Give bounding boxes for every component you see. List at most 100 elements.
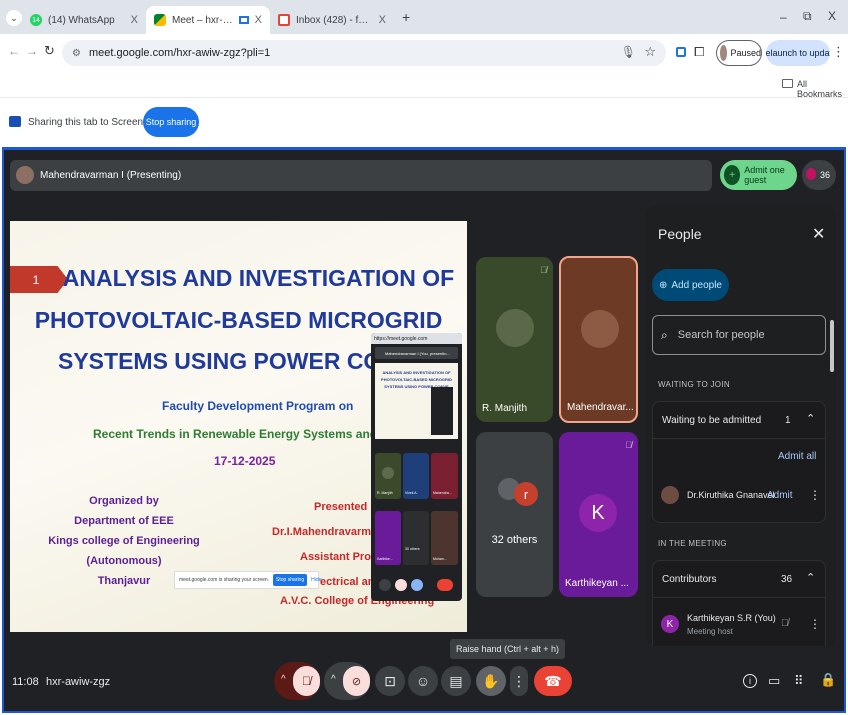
pip-tile: 30 others bbox=[403, 511, 429, 565]
restore-button[interactable]: ⧉ bbox=[803, 9, 812, 24]
close-tab-icon[interactable]: X bbox=[379, 14, 386, 26]
close-icon[interactable]: ✕ bbox=[812, 224, 825, 244]
reactions-button[interactable]: ☺ bbox=[408, 666, 438, 696]
pip-tile: R. Manjith bbox=[375, 453, 401, 499]
scrollbar[interactable] bbox=[830, 320, 834, 372]
close-tab-icon[interactable]: X bbox=[131, 14, 138, 26]
menu-kebab-icon[interactable]: ⋮ bbox=[832, 44, 845, 60]
screen-capture-icon[interactable] bbox=[676, 47, 686, 57]
avatar bbox=[382, 467, 394, 479]
more-options-button[interactable]: ⋮ bbox=[510, 666, 528, 696]
avatar: K bbox=[579, 494, 617, 532]
sharing-notification-bar: Sharing this tab to Screen Recorder Stop… bbox=[0, 99, 848, 147]
microphone-in-use-icon[interactable]: 🎙 bbox=[621, 45, 636, 59]
info-icon[interactable]: i bbox=[743, 674, 757, 688]
person-add-icon: ⊕ bbox=[659, 279, 668, 291]
all-bookmarks-link[interactable]: All Bookmarks bbox=[797, 79, 848, 99]
pip-tile: Vivek A. bbox=[403, 453, 429, 499]
participant-name: R. Manjith bbox=[482, 403, 528, 414]
more-options-icon[interactable]: ⋮ bbox=[809, 488, 821, 502]
back-icon[interactable]: ← bbox=[8, 44, 20, 58]
video-options-chevron-icon[interactable]: ^ bbox=[331, 674, 336, 685]
reload-icon[interactable]: ↻ bbox=[44, 43, 55, 59]
pip-presenter-bar: Mahendravarman I (You, presentin... bbox=[375, 347, 458, 359]
camera-off-button[interactable]: ⊘ bbox=[343, 666, 370, 696]
admit-all-link[interactable]: Admit all bbox=[778, 451, 816, 462]
date-text: 17-12-2025 bbox=[214, 454, 276, 468]
close-tab-icon[interactable]: X bbox=[255, 14, 262, 26]
participant-tile[interactable]: Mahendravar... bbox=[559, 256, 638, 423]
raise-hand-button[interactable]: ✋ bbox=[476, 666, 506, 696]
waiting-section-label: WAITING TO JOIN bbox=[658, 380, 730, 389]
add-people-button[interactable]: ⊕ Add people bbox=[652, 269, 729, 301]
avatar: r bbox=[514, 482, 538, 506]
minimize-button[interactable]: – bbox=[780, 10, 787, 24]
tab-gmail[interactable]: Inbox (428) - facultyeeesrk@gm X bbox=[270, 6, 394, 34]
activities-icon[interactable]: ⠿ bbox=[794, 673, 804, 689]
tab-search-chevron-icon[interactable]: ⌄ bbox=[6, 10, 22, 26]
bookmarks-bar: All Bookmarks bbox=[0, 72, 848, 99]
waiting-card: Waiting to be admitted 1 ⌃ Admit all Dr.… bbox=[652, 401, 826, 523]
notice-hide-button[interactable]: Hide bbox=[311, 577, 321, 583]
avatar: K bbox=[661, 615, 679, 633]
contributors-card: Contributors 36 ⌃ K Karthikeyan S.R (You… bbox=[652, 560, 826, 646]
url-text: meet.google.com/hxr-awiw-zgz?pli=1 bbox=[88, 47, 271, 59]
people-panel: People ✕ ⊕ Add people ⌕ Search for peopl… bbox=[646, 206, 836, 646]
stop-sharing-button[interactable]: Stop sharing bbox=[143, 107, 199, 137]
collapse-chevron-icon[interactable]: ⌃ bbox=[806, 412, 815, 425]
more-options-icon[interactable]: ⋮ bbox=[809, 617, 821, 631]
chat-icon[interactable]: ▭ bbox=[768, 673, 780, 689]
tab-whatsapp[interactable]: 14 (14) WhatsApp X bbox=[22, 6, 146, 34]
audio-options-chevron-icon[interactable]: ^ bbox=[281, 674, 286, 685]
forward-icon[interactable]: → bbox=[26, 44, 38, 58]
end-call-button[interactable]: ☎ bbox=[534, 666, 572, 696]
panel-title: People bbox=[658, 226, 702, 242]
pip-slide: ANALYSIS AND INVESTIGATION OF PHOTOVOLTA… bbox=[375, 363, 458, 439]
site-settings-icon[interactable]: ⚙ bbox=[72, 48, 81, 59]
participant-tile[interactable]: 🎙̸ K Karthikeyan ... bbox=[559, 432, 638, 597]
meeting-code: hxr-awiw-zgz bbox=[46, 676, 111, 688]
captions-button[interactable]: ▤ bbox=[441, 666, 471, 696]
address-bar[interactable]: ⚙ meet.google.com/hxr-awiw-zgz?pli=1 🎙 ☆ bbox=[62, 40, 666, 66]
collapse-chevron-icon[interactable]: ⌃ bbox=[806, 571, 815, 584]
close-window-button[interactable]: X bbox=[828, 9, 836, 23]
tab-title: Inbox (428) - facultyeeesrk@gm bbox=[296, 14, 373, 26]
pip-camera-off-icon[interactable] bbox=[395, 579, 407, 591]
admit-button[interactable]: Admit bbox=[767, 490, 793, 501]
tab-meet[interactable]: Meet – hxr-awiw-zgz X bbox=[146, 6, 270, 34]
waiting-header: Waiting to be admitted bbox=[662, 415, 762, 426]
present-now-button[interactable]: ⊡ bbox=[375, 666, 405, 696]
presentation-slide: 1 ANALYSIS AND INVESTIGATION OF PHOTOVOL… bbox=[10, 221, 467, 632]
tab-title: (14) WhatsApp bbox=[48, 14, 115, 26]
profile-paused-button[interactable]: Paused bbox=[716, 40, 762, 66]
pip-present-icon[interactable] bbox=[411, 579, 423, 591]
pip-url-bar: https://meet.google.com bbox=[371, 333, 462, 344]
muted-mic-icon: 🎙̸ bbox=[540, 265, 547, 275]
in-meeting-section-label: IN THE MEETING bbox=[658, 539, 727, 548]
pip-end-call-icon[interactable] bbox=[437, 579, 453, 591]
participant-tile[interactable]: 🎙̸ R. Manjith bbox=[476, 257, 553, 422]
screen-share-notice: meet.google.com is sharing your screen. … bbox=[174, 571, 321, 589]
search-people-input[interactable]: ⌕ Search for people bbox=[652, 315, 826, 355]
avatar bbox=[581, 310, 619, 348]
avatar bbox=[661, 486, 679, 504]
pip-mic-icon[interactable] bbox=[379, 579, 391, 591]
picture-in-picture-window[interactable]: https://meet.google.com Mahendravarman I… bbox=[371, 333, 462, 601]
extensions-icon[interactable]: ⧠ bbox=[694, 44, 704, 60]
muted-mic-icon[interactable]: 🎙̸ bbox=[781, 618, 789, 629]
participants-count[interactable]: 36 bbox=[802, 160, 836, 190]
notice-stop-sharing-button[interactable]: Stop sharing bbox=[273, 574, 308, 586]
relaunch-button[interactable]: Relaunch to update bbox=[766, 40, 830, 66]
new-tab-button[interactable]: + bbox=[402, 9, 410, 25]
avatar bbox=[496, 309, 534, 347]
host-controls-lock-icon[interactable]: 🔒 bbox=[820, 672, 836, 688]
screen-share-icon bbox=[9, 116, 21, 127]
presenter-bar: Mahendravarman I (Presenting) bbox=[10, 160, 712, 191]
admit-one-guest-button[interactable]: + Admit one guest bbox=[720, 160, 797, 190]
mic-group: ^ 🎙̸ bbox=[274, 662, 320, 700]
others-tile[interactable]: r 32 others bbox=[476, 432, 553, 597]
bookmark-star-icon[interactable]: ☆ bbox=[644, 44, 656, 60]
others-count: 32 others bbox=[491, 534, 538, 546]
mic-off-button[interactable]: 🎙̸ bbox=[293, 666, 320, 696]
camera-group: ^ ⊘ bbox=[324, 662, 370, 700]
